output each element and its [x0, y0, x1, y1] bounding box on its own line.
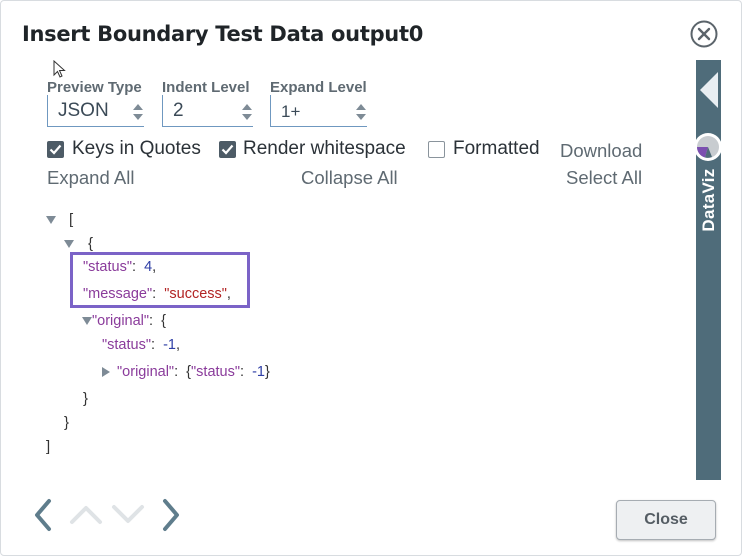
down-arrow-icon[interactable] [110, 502, 146, 526]
select-all-link[interactable]: Select All [566, 167, 642, 189]
tree-row-original: "original": { [82, 313, 166, 329]
sidebar-collapse-icon[interactable] [696, 60, 721, 120]
expand-level-value: 1+ [281, 102, 301, 121]
tree-row-inner-status[interactable]: "status": -1, [102, 337, 180, 353]
dialog-title: Insert Boundary Test Data output0 [22, 22, 424, 46]
spinner-arrows-icon [356, 104, 366, 120]
spinner-arrows-icon [133, 104, 143, 120]
tree-row-close-root: ] [46, 438, 51, 455]
expand-all-link[interactable]: Expand All [47, 167, 134, 189]
formatted-checkbox[interactable] [428, 141, 445, 158]
selection-highlight-box [70, 252, 250, 308]
mouse-cursor-icon [53, 60, 66, 78]
indent-level-value: 2 [173, 100, 184, 121]
dataviz-tab[interactable]: DataViz [696, 165, 721, 235]
spinner-arrows-icon [242, 104, 252, 120]
dataviz-pie-icon[interactable] [692, 131, 724, 163]
formatted-label: Formatted [453, 138, 540, 159]
expand-level-label: Expand Level [270, 79, 367, 96]
collapse-all-link[interactable]: Collapse All [301, 167, 398, 189]
indent-level-label: Indent Level [162, 79, 250, 96]
indent-level-select[interactable]: 2 [162, 95, 253, 127]
next-arrow-icon[interactable] [160, 498, 182, 532]
keys-in-quotes-label: Keys in Quotes [72, 138, 201, 159]
checkmark-icon [221, 144, 234, 155]
tree-row-close-original: } [83, 390, 89, 407]
checkmark-icon [49, 144, 62, 155]
preview-type-label: Preview Type [47, 79, 142, 96]
tree-row-inner-original: "original": {"status": -1} [102, 364, 270, 380]
download-link[interactable]: Download [560, 140, 642, 162]
tree-row-object: { [64, 235, 93, 252]
expand-toggle-icon[interactable] [82, 317, 92, 326]
close-button[interactable]: Close [616, 500, 716, 540]
expand-toggle-icon[interactable] [46, 216, 56, 225]
up-arrow-icon[interactable] [68, 502, 104, 526]
render-whitespace-label: Render whitespace [243, 138, 406, 159]
previous-arrow-icon[interactable] [32, 498, 54, 532]
expand-toggle-icon[interactable] [64, 240, 74, 249]
preview-type-value: JSON [58, 100, 109, 121]
dataviz-sidebar[interactable] [696, 60, 721, 480]
keys-in-quotes-checkbox[interactable] [47, 141, 64, 158]
expand-level-select[interactable]: 1+ [270, 95, 367, 127]
close-icon[interactable] [690, 20, 718, 48]
dataviz-label: DataViz [698, 168, 718, 232]
render-whitespace-checkbox[interactable] [219, 141, 236, 158]
collapse-toggle-icon[interactable] [102, 367, 110, 378]
preview-type-select[interactable]: JSON [47, 95, 144, 127]
tree-row-close-object: } [64, 414, 70, 431]
tree-row-root: [ [46, 211, 73, 228]
